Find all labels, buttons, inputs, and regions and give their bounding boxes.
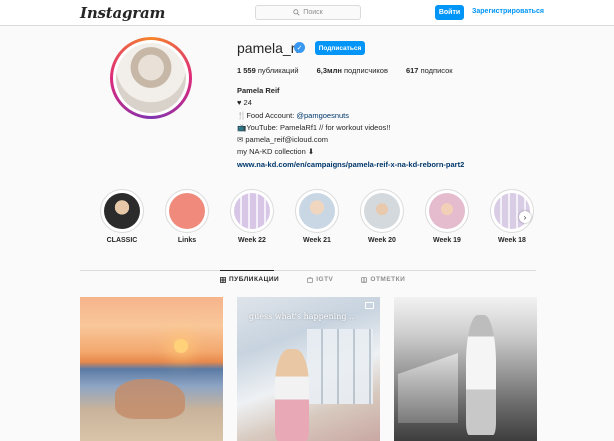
post-window xyxy=(307,329,373,404)
post-caption: guess what's happening .. xyxy=(249,312,355,321)
tab-tagged[interactable]: ОТМЕТКИ xyxy=(361,276,405,283)
post-thumbnail-2[interactable]: guess what's happening .. xyxy=(237,297,380,441)
highlight-week-19[interactable]: Week 19 xyxy=(425,189,469,244)
avatar-image xyxy=(116,43,186,113)
search-placeholder: Поиск xyxy=(303,9,323,16)
highlight-classic[interactable]: CLASSIC xyxy=(100,189,144,244)
post-figure xyxy=(115,379,185,419)
post-boat xyxy=(398,353,458,423)
tagged-icon xyxy=(361,276,368,283)
followers-count[interactable]: 6,3млн подписчиков xyxy=(317,66,388,75)
highlight-week-20[interactable]: Week 20 xyxy=(360,189,404,244)
profile-username: pamela_rf xyxy=(237,40,300,56)
bio-food-line: 🍴Food Account: @pamgoesnuts xyxy=(237,110,350,120)
bio-external-link[interactable]: www.na-kd.com/en/campaigns/pamela-reif-x… xyxy=(237,159,537,171)
follow-button[interactable]: Подписаться xyxy=(315,41,365,55)
register-link[interactable]: Зарегистрироваться xyxy=(472,8,544,15)
search-icon xyxy=(293,9,300,16)
instagram-logo[interactable]: Instagram xyxy=(80,4,165,22)
tabs-divider xyxy=(80,270,536,271)
bio-email-line: ✉ pamela_reif@icloud.com xyxy=(237,135,329,145)
highlight-links[interactable]: Links xyxy=(165,189,209,244)
tab-posts[interactable]: ПУБЛИКАЦИИ xyxy=(220,270,279,283)
post-figure xyxy=(466,315,496,435)
food-account-link[interactable]: @pamgoesnuts xyxy=(296,111,349,120)
profile-stats: 1 559 публикаций 6,3млн подписчиков 617 … xyxy=(237,66,453,75)
top-navigation-bar: Instagram Поиск Войти Зарегистрироваться xyxy=(0,0,614,26)
highlight-week-21[interactable]: Week 21 xyxy=(295,189,339,244)
bio-collection-line: my NA-KD collection ⬇ xyxy=(237,147,315,157)
profile-full-name: Pamela Reif xyxy=(237,86,280,95)
bio-heart-line: ♥ 24 xyxy=(237,98,252,108)
search-input[interactable]: Поиск xyxy=(255,5,361,20)
following-count[interactable]: 617 подписок xyxy=(406,66,453,75)
bio-youtube-line: 📺YouTube: PamelaRf1 // for workout video… xyxy=(237,122,391,132)
posts-count: 1 559 публикаций xyxy=(237,66,299,75)
video-camera-icon xyxy=(365,302,374,309)
post-figure xyxy=(275,349,309,441)
profile-bio: Pamela Reif ♥ 24 🍴Food Account: @pamgoes… xyxy=(237,85,537,171)
post-thumbnail-3[interactable] xyxy=(394,297,537,441)
grid-icon xyxy=(220,276,226,283)
chevron-right-icon[interactable]: › xyxy=(519,211,531,223)
sunset-sun xyxy=(174,339,188,353)
profile-avatar[interactable] xyxy=(110,37,192,119)
login-button[interactable]: Войти xyxy=(435,5,464,20)
highlight-week-22[interactable]: Week 22 xyxy=(230,189,274,244)
profile-tabs: ПУБЛИКАЦИИ IGTV ОТМЕТКИ xyxy=(220,270,405,283)
igtv-icon xyxy=(307,276,314,283)
verified-badge-icon: ✓ xyxy=(294,42,305,53)
post-thumbnail-1[interactable] xyxy=(80,297,223,441)
tab-igtv[interactable]: IGTV xyxy=(307,276,333,283)
